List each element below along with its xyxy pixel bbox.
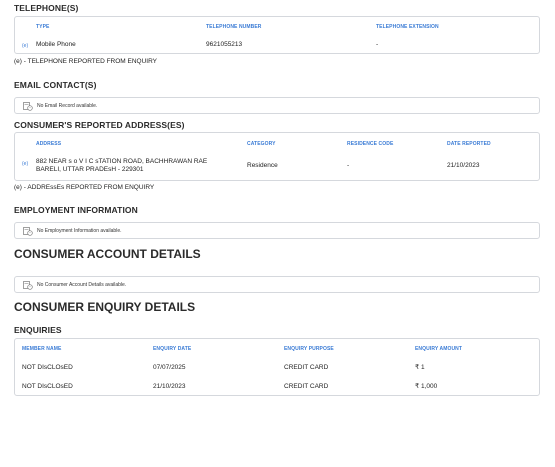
enquiries-table: MEMBER NAME ENQUIRY DATE ENQUIRY PURPOSE… <box>14 338 540 396</box>
document-clock-icon <box>23 281 33 290</box>
telephone-type: Mobile Phone <box>36 41 76 48</box>
enquiry-purpose: CREDIT CARD <box>284 383 329 390</box>
col-header-member-name: MEMBER NAME <box>22 346 62 352</box>
address-title: CONSUMER'S REPORTED ADDRESS(ES) <box>14 120 185 130</box>
enquiry-tag: (e) <box>22 43 29 49</box>
col-header-type: TYPE <box>36 24 50 30</box>
email-empty-card: No Email Record available. <box>14 97 540 114</box>
employment-empty-card: No Employment Information available. <box>14 222 540 239</box>
residence-code: - <box>347 162 350 169</box>
accounts-title: CONSUMER ACCOUNT DETAILS <box>14 247 201 261</box>
col-header-residence-code: RESIDENCE CODE <box>347 141 394 147</box>
address-line-1: 882 NEAR s o V I C sTATION ROAD, BACHHRA… <box>36 158 208 165</box>
telephones-title: TELEPHONE(S) <box>14 3 79 13</box>
enquiry-amount: ₹ 1 <box>415 364 425 371</box>
enquiry-date: 21/10/2023 <box>153 383 186 390</box>
col-header-category: CATEGORY <box>247 141 276 147</box>
address-table: ADDRESS CATEGORY RESIDENCE CODE DATE REP… <box>14 132 540 181</box>
col-header-enquiry-amount: ENQUIRY AMOUNT <box>415 346 463 352</box>
document-clock-icon <box>23 102 33 111</box>
enquiry-date: 07/07/2025 <box>153 364 186 371</box>
member-name: NOT DIsCLOsED <box>22 383 73 390</box>
email-empty-text: No Email Record available. <box>37 103 98 109</box>
enquiries-title: ENQUIRIES <box>14 325 62 335</box>
document-clock-icon <box>23 227 33 236</box>
col-header-enquiry-date: ENQUIRY DATE <box>153 346 192 352</box>
col-header-telephone-number: TELEPHONE NUMBER <box>206 24 262 30</box>
telephone-number: 9621055213 <box>206 41 243 48</box>
enquiry-tag: (e) <box>22 161 29 167</box>
col-header-date-reported: DATE REPORTED <box>447 141 491 147</box>
address-category: Residence <box>247 162 278 169</box>
telephone-extension: - <box>376 41 379 48</box>
enquiry-details-title: CONSUMER ENQUIRY DETAILS <box>14 300 196 314</box>
enquiry-amount: ₹ 1,000 <box>415 383 438 390</box>
address-line-2: BARELI, UTTAR PRADEsH - 229301 <box>36 166 144 173</box>
col-header-enquiry-purpose: ENQUIRY PURPOSE <box>284 346 334 352</box>
email-title: EMAIL CONTACT(S) <box>14 80 97 90</box>
enquiry-purpose: CREDIT CARD <box>284 364 329 371</box>
member-name: NOT DIsCLOsED <box>22 364 73 371</box>
telephones-note: (e) - TELEPHONE REPORTED FROM ENQUIRY <box>14 58 158 65</box>
employment-title: EMPLOYMENT INFORMATION <box>14 205 138 215</box>
col-header-address: ADDRESS <box>36 141 62 147</box>
date-reported: 21/10/2023 <box>447 162 480 169</box>
col-header-telephone-extension: TELEPHONE EXTENSION <box>376 24 439 30</box>
accounts-empty-text: No Consumer Account Details available. <box>37 282 127 288</box>
employment-empty-text: No Employment Information available. <box>37 228 122 234</box>
address-note: (e) - ADDREssEs REPORTED FROM ENQUIRY <box>14 184 155 191</box>
telephones-table: TYPE TELEPHONE NUMBER TELEPHONE EXTENSIO… <box>14 16 540 54</box>
accounts-empty-card: No Consumer Account Details available. <box>14 276 540 293</box>
